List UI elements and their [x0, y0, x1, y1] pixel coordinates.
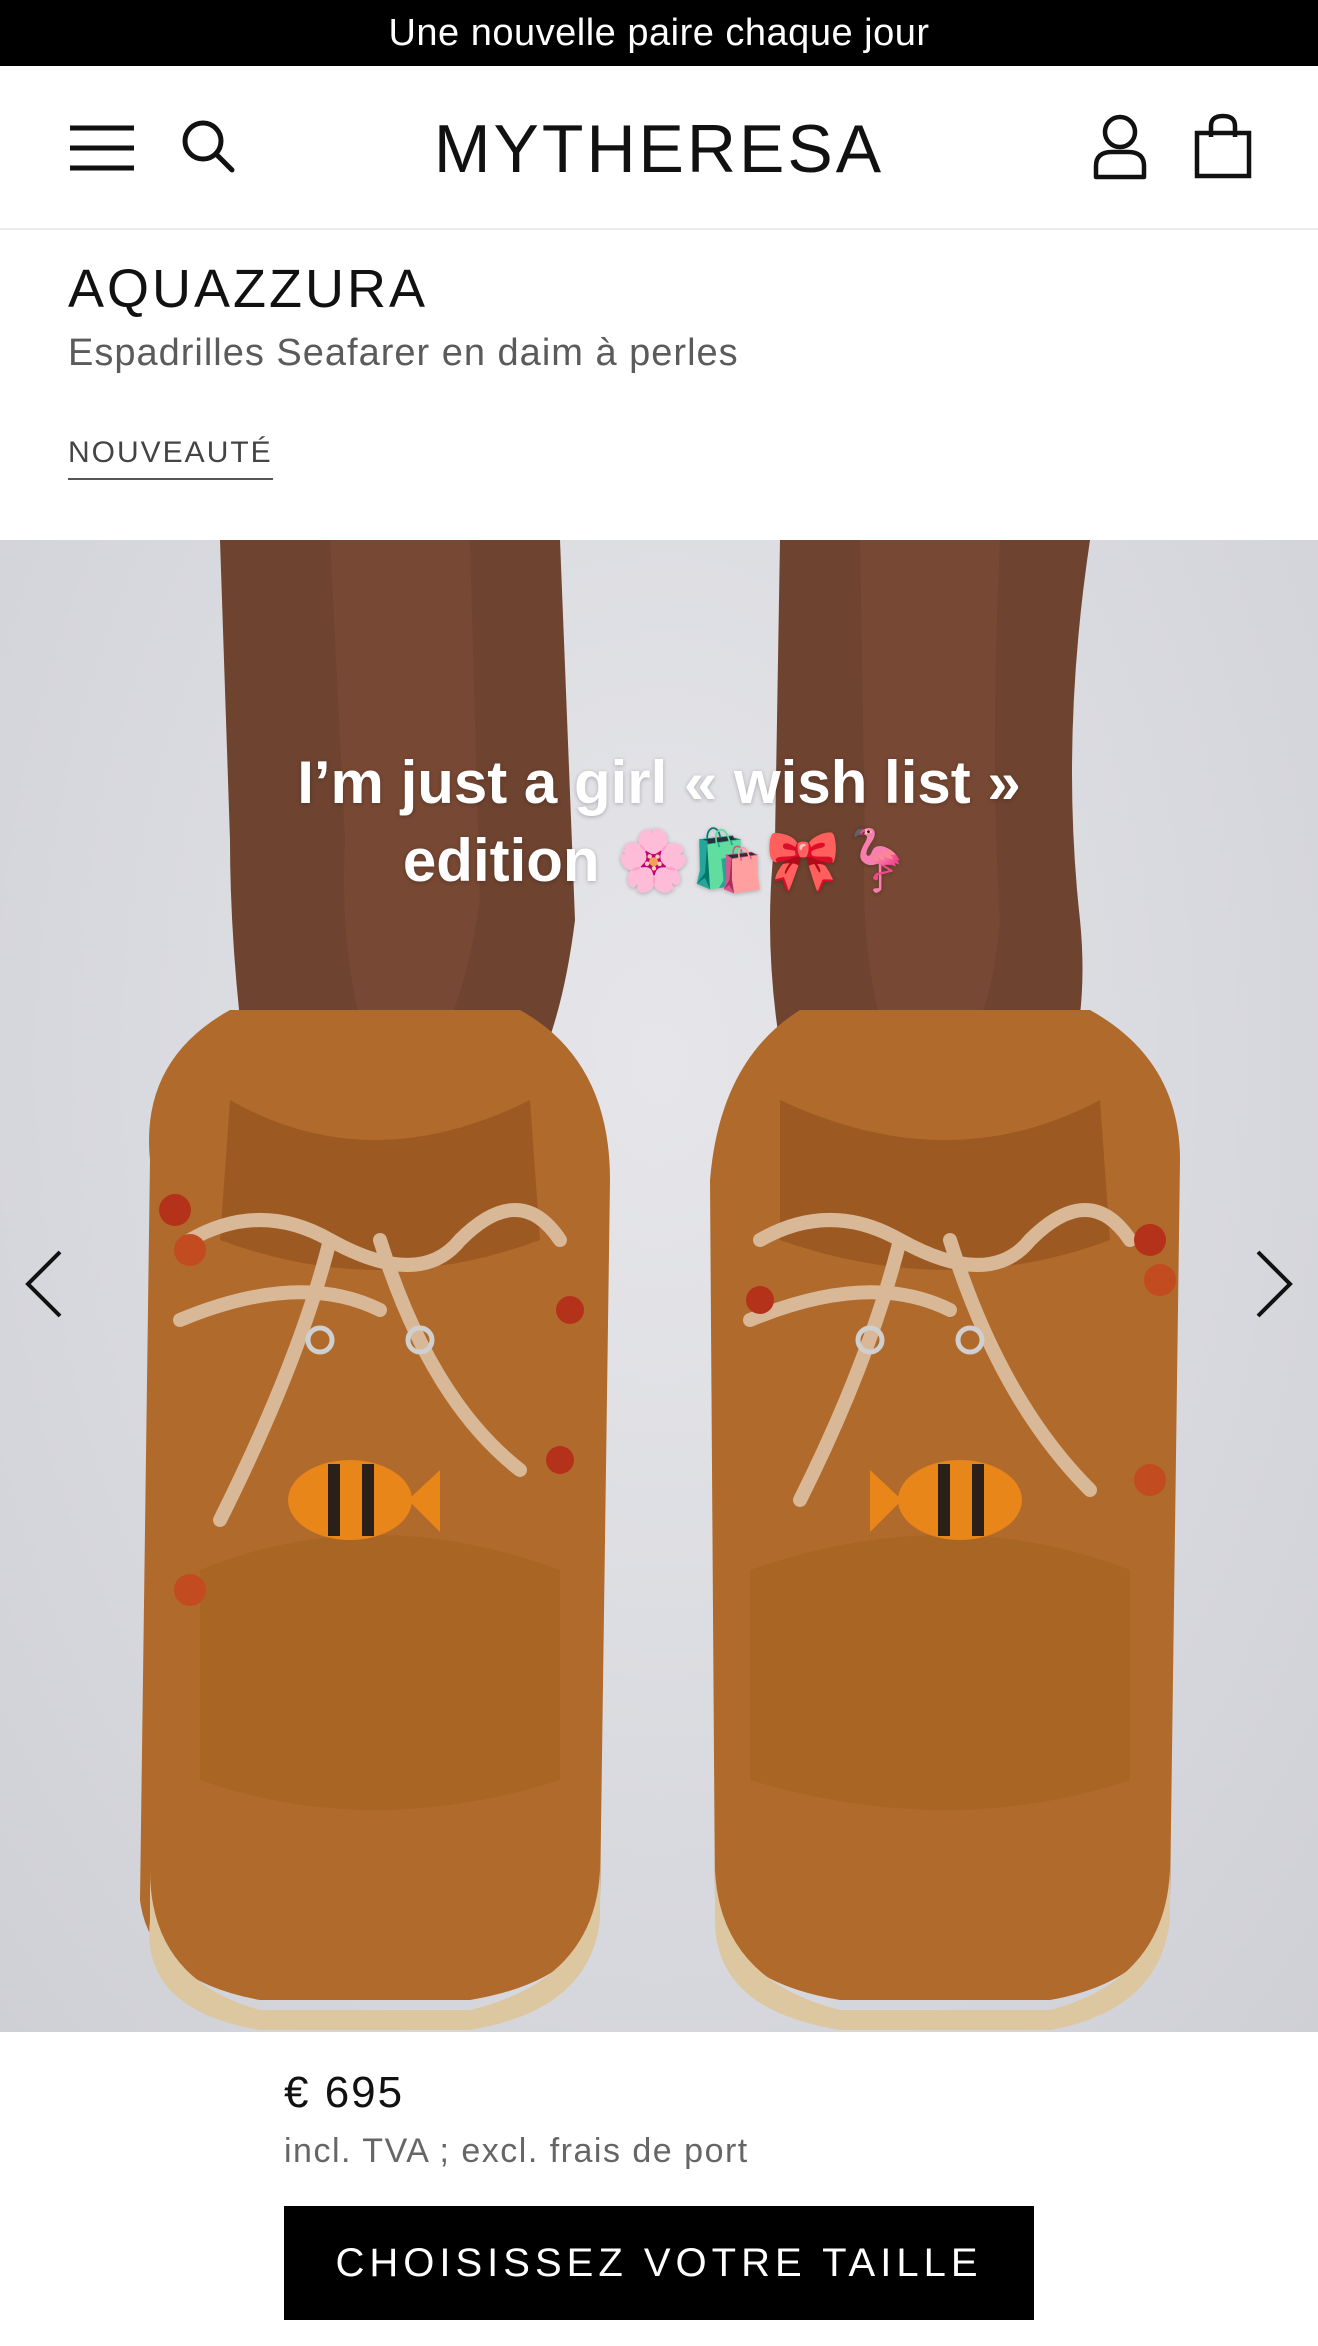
product-price: € 695	[284, 2068, 405, 2117]
caption-line-1: I’m just a girl « wish list »	[297, 749, 1021, 816]
user-icon	[1093, 114, 1147, 180]
site-header: MYTHERESA	[0, 66, 1318, 230]
promo-text: Une nouvelle paire chaque jour	[388, 11, 930, 54]
bag-button[interactable]	[1190, 110, 1256, 182]
shopping-bag-icon	[1194, 113, 1252, 179]
choose-size-button[interactable]: CHOISISSEZ VOTRE TAILLE	[284, 2206, 1034, 2320]
chevron-right-icon	[1256, 1250, 1293, 1318]
price-section: € 695 incl. TVA ; excl. frais de port	[284, 2068, 749, 2171]
promo-banner: Une nouvelle paire chaque jour	[0, 0, 1318, 66]
product-image-gallery[interactable]: I’m just a girl « wish list » edition 🌸🛍…	[0, 540, 1318, 2032]
product-title: Espadrilles Seafarer en daim à perles	[68, 332, 739, 374]
price-tax-note: incl. TVA ; excl. frais de port	[284, 2132, 749, 2170]
image-caption: I’m just a girl « wish list » edition 🌸🛍…	[180, 744, 1138, 900]
caption-line-2: edition 🌸🛍️🎀🦩	[402, 827, 916, 894]
previous-image-button[interactable]	[14, 1244, 74, 1324]
chevron-left-icon	[25, 1250, 62, 1318]
next-image-button[interactable]	[1244, 1244, 1304, 1324]
new-badge: NOUVEAUTÉ	[68, 436, 273, 480]
account-button[interactable]	[1088, 112, 1152, 182]
product-header: AQUAZZURA Espadrilles Seafarer en daim à…	[68, 258, 1248, 480]
brand-name[interactable]: AQUAZZURA	[68, 258, 1248, 320]
